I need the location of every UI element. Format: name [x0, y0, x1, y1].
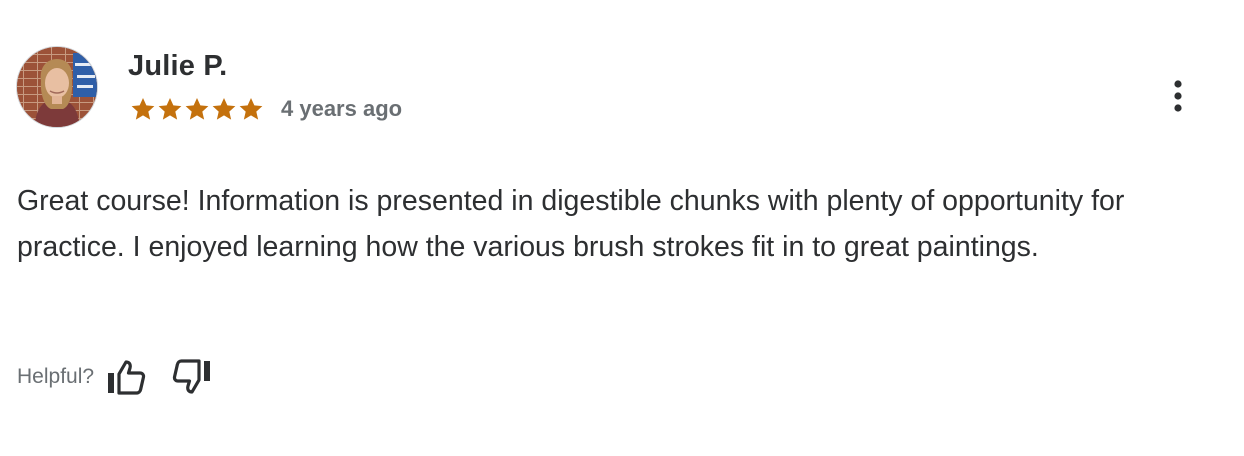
thumbs-up-button[interactable] [104, 355, 148, 399]
star-icon [130, 96, 156, 122]
more-vertical-icon [1174, 80, 1182, 112]
avatar [17, 47, 97, 127]
star-icon [238, 96, 264, 122]
review-text: Great course! Information is presented i… [17, 185, 1125, 263]
review-time: 4 years ago [281, 96, 403, 121]
rating-row: 4 years ago [130, 93, 402, 125]
review-card: Julie P. 4 years ago Great course! Infor… [0, 0, 1244, 456]
helpful-label: Helpful? [17, 365, 95, 388]
thumbs-up-icon [108, 360, 146, 395]
thumbs-down-icon [172, 359, 211, 394]
reviewer-name: Julie P. [128, 50, 228, 82]
star-icon [157, 96, 183, 122]
star-rating [130, 96, 264, 122]
star-icon [184, 96, 210, 122]
thumbs-down-button[interactable] [170, 355, 214, 399]
star-icon [211, 96, 237, 122]
helpful-row: Helpful? [17, 355, 214, 399]
avatar-photo [17, 47, 97, 127]
more-options-button[interactable] [1158, 72, 1198, 120]
